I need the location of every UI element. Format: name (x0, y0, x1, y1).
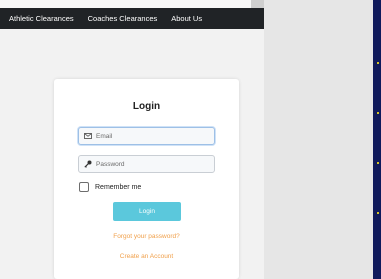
key-icon (84, 160, 92, 168)
login-card: Login Remember me Login Forgot your pass… (54, 79, 239, 279)
remember-me-label[interactable]: Remember me (95, 184, 141, 191)
remember-me-checkbox[interactable] (79, 182, 89, 192)
remember-me-row: Remember me (79, 182, 141, 192)
forgot-password-link[interactable]: Forgot your password? (54, 233, 239, 240)
panel-dot (377, 212, 379, 214)
side-panel (373, 0, 381, 279)
main-page: Athletic Clearances Coaches Clearances A… (0, 0, 264, 279)
nav-athletic-clearances[interactable]: Athletic Clearances (9, 14, 74, 23)
email-input[interactable] (96, 132, 211, 140)
login-title: Login (132, 101, 161, 112)
email-field[interactable] (78, 127, 215, 145)
panel-dot (377, 112, 379, 114)
panel-dot (377, 162, 379, 164)
password-input[interactable] (96, 160, 211, 168)
panel-dot (377, 62, 379, 64)
nav-coaches-clearances[interactable]: Coaches Clearances (88, 14, 158, 23)
password-field[interactable] (78, 155, 215, 173)
nav-about-us[interactable]: About Us (171, 14, 202, 23)
browser-top-strip (0, 0, 264, 8)
browser-tab-edge (251, 0, 264, 8)
top-navbar: Athletic Clearances Coaches Clearances A… (0, 8, 264, 29)
create-account-link[interactable]: Create an Account (54, 253, 239, 260)
envelope-icon (84, 133, 92, 139)
login-button[interactable]: Login (113, 202, 181, 221)
